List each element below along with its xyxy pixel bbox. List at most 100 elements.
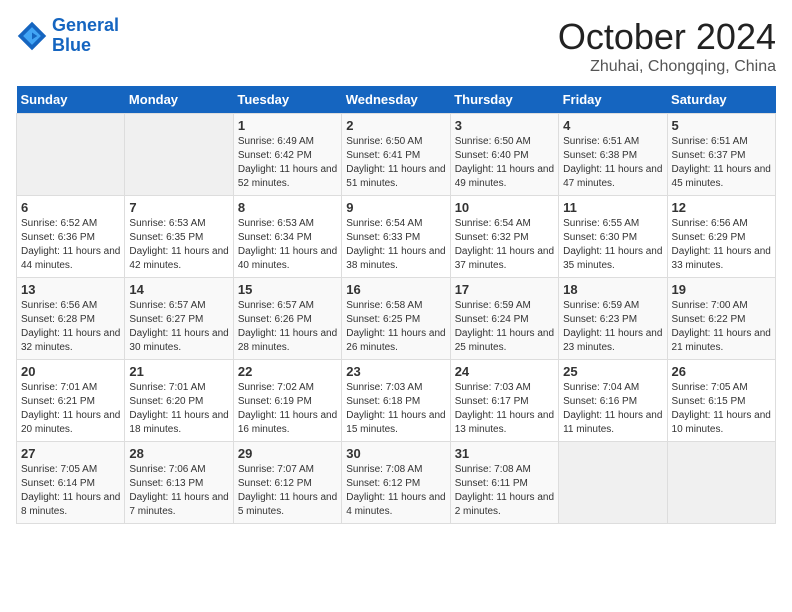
cell-content: Sunrise: 6:50 AM Sunset: 6:40 PM Dayligh… [455,135,554,191]
calendar-cell: 6Sunrise: 6:52 AM Sunset: 6:36 PM Daylig… [17,196,125,278]
cell-content: Sunrise: 6:51 AM Sunset: 6:38 PM Dayligh… [563,135,662,191]
cell-content: Sunrise: 6:50 AM Sunset: 6:41 PM Dayligh… [346,135,445,191]
cell-content: Sunrise: 6:56 AM Sunset: 6:28 PM Dayligh… [21,299,120,355]
cell-content: Sunrise: 7:04 AM Sunset: 6:16 PM Dayligh… [563,381,662,437]
day-header-saturday: Saturday [667,86,775,114]
day-number: 7 [129,200,228,215]
calendar-cell [125,114,233,196]
calendar-cell: 18 Sunrise: 6:59 AM Sunset: 6:23 PM Dayli… [559,278,667,360]
day-header-sunday: Sunday [17,86,125,114]
calendar-cell: 25 Sunrise: 7:04 AM Sunset: 6:16 PM Dayli… [559,360,667,442]
day-number: 13 [21,282,120,297]
calendar-cell: 24 Sunrise: 7:03 AM Sunset: 6:17 PM Dayli… [450,360,558,442]
calendar-cell: 12Sunrise: 6:56 AM Sunset: 6:29 PM Dayli… [667,196,775,278]
calendar-cell: 10 Sunrise: 6:54 AM Sunset: 6:32 PM Dayli… [450,196,558,278]
cell-content: Sunrise: 7:07 AM Sunset: 6:12 PM Dayligh… [238,463,337,519]
calendar-cell: 21Sunrise: 7:01 AM Sunset: 6:20 PM Dayli… [125,360,233,442]
cell-content: Sunrise: 6:58 AM Sunset: 6:25 PM Dayligh… [346,299,445,355]
calendar-cell: 1 Sunrise: 6:49 AM Sunset: 6:42 PM Daylig… [233,114,341,196]
calendar-cell: 22 Sunrise: 7:02 AM Sunset: 6:19 PM Dayli… [233,360,341,442]
cell-content: Sunrise: 7:08 AM Sunset: 6:11 PM Dayligh… [455,463,554,519]
calendar-cell: 14 Sunrise: 6:57 AM Sunset: 6:27 PM Dayli… [125,278,233,360]
calendar-cell [559,442,667,524]
calendar-cell [667,442,775,524]
day-number: 25 [563,364,662,379]
day-number: 15 [238,282,337,297]
day-number: 22 [238,364,337,379]
cell-content: Sunrise: 7:01 AM Sunset: 6:21 PM Dayligh… [21,381,120,437]
cell-content: Sunrise: 7:03 AM Sunset: 6:17 PM Dayligh… [455,381,554,437]
cell-content: Sunrise: 7:05 AM Sunset: 6:15 PM Dayligh… [672,381,771,437]
day-number: 29 [238,446,337,461]
logo-icon [16,20,48,52]
day-number: 21 [129,364,228,379]
day-number: 14 [129,282,228,297]
day-header-wednesday: Wednesday [342,86,450,114]
day-number: 8 [238,200,337,215]
calendar-cell: 13 Sunrise: 6:56 AM Sunset: 6:28 PM Dayli… [17,278,125,360]
calendar-cell: 8Sunrise: 6:53 AM Sunset: 6:34 PM Daylig… [233,196,341,278]
day-header-friday: Friday [559,86,667,114]
day-number: 24 [455,364,554,379]
day-number: 4 [563,118,662,133]
day-number: 10 [455,200,554,215]
cell-content: Sunrise: 7:08 AM Sunset: 6:12 PM Dayligh… [346,463,445,519]
calendar-cell: 3Sunrise: 6:50 AM Sunset: 6:40 PM Daylig… [450,114,558,196]
day-number: 11 [563,200,662,215]
cell-content: Sunrise: 6:54 AM Sunset: 6:33 PM Dayligh… [346,217,445,273]
calendar-cell: 4 Sunrise: 6:51 AM Sunset: 6:38 PM Daylig… [559,114,667,196]
cell-content: Sunrise: 7:03 AM Sunset: 6:18 PM Dayligh… [346,381,445,437]
logo: General Blue [16,16,119,56]
calendar-cell: 5Sunrise: 6:51 AM Sunset: 6:37 PM Daylig… [667,114,775,196]
cell-content: Sunrise: 6:57 AM Sunset: 6:26 PM Dayligh… [238,299,337,355]
cell-content: Sunrise: 6:59 AM Sunset: 6:24 PM Dayligh… [455,299,554,355]
calendar-cell: 26 Sunrise: 7:05 AM Sunset: 6:15 PM Dayli… [667,360,775,442]
calendar-cell: 11Sunrise: 6:55 AM Sunset: 6:30 PM Dayli… [559,196,667,278]
calendar-cell: 31Sunrise: 7:08 AM Sunset: 6:11 PM Dayli… [450,442,558,524]
calendar-cell: 27Sunrise: 7:05 AM Sunset: 6:14 PM Dayli… [17,442,125,524]
calendar-cell: 17 Sunrise: 6:59 AM Sunset: 6:24 PM Dayli… [450,278,558,360]
day-number: 2 [346,118,445,133]
week-row-2: 6Sunrise: 6:52 AM Sunset: 6:36 PM Daylig… [17,196,776,278]
day-header-tuesday: Tuesday [233,86,341,114]
cell-content: Sunrise: 6:49 AM Sunset: 6:42 PM Dayligh… [238,135,337,191]
location-title: Zhuhai, Chongqing, China [558,58,776,76]
month-title: October 2024 [558,16,776,58]
title-area: October 2024 Zhuhai, Chongqing, China [558,16,776,76]
week-row-3: 13 Sunrise: 6:56 AM Sunset: 6:28 PM Dayli… [17,278,776,360]
day-number: 16 [346,282,445,297]
day-number: 18 [563,282,662,297]
calendar-cell: 16 Sunrise: 6:58 AM Sunset: 6:25 PM Dayli… [342,278,450,360]
cell-content: Sunrise: 6:51 AM Sunset: 6:37 PM Dayligh… [672,135,771,191]
calendar-cell: 7Sunrise: 6:53 AM Sunset: 6:35 PM Daylig… [125,196,233,278]
day-number: 28 [129,446,228,461]
day-number: 20 [21,364,120,379]
day-number: 23 [346,364,445,379]
calendar-cell: 15 Sunrise: 6:57 AM Sunset: 6:26 PM Dayli… [233,278,341,360]
day-number: 19 [672,282,771,297]
logo-line2: Blue [52,36,119,56]
calendar-cell: 23 Sunrise: 7:03 AM Sunset: 6:18 PM Dayli… [342,360,450,442]
week-row-5: 27Sunrise: 7:05 AM Sunset: 6:14 PM Dayli… [17,442,776,524]
logo-line1: General [52,16,119,36]
cell-content: Sunrise: 7:05 AM Sunset: 6:14 PM Dayligh… [21,463,120,519]
page-header: General Blue October 2024 Zhuhai, Chongq… [16,16,776,76]
header-row: SundayMondayTuesdayWednesdayThursdayFrid… [17,86,776,114]
calendar-cell: 30 Sunrise: 7:08 AM Sunset: 6:12 PM Dayli… [342,442,450,524]
cell-content: Sunrise: 6:56 AM Sunset: 6:29 PM Dayligh… [672,217,771,273]
calendar-cell: 29 Sunrise: 7:07 AM Sunset: 6:12 PM Dayli… [233,442,341,524]
cell-content: Sunrise: 6:59 AM Sunset: 6:23 PM Dayligh… [563,299,662,355]
day-number: 1 [238,118,337,133]
day-number: 17 [455,282,554,297]
day-number: 30 [346,446,445,461]
cell-content: Sunrise: 7:02 AM Sunset: 6:19 PM Dayligh… [238,381,337,437]
day-number: 6 [21,200,120,215]
calendar-cell [17,114,125,196]
cell-content: Sunrise: 7:00 AM Sunset: 6:22 PM Dayligh… [672,299,771,355]
cell-content: Sunrise: 6:54 AM Sunset: 6:32 PM Dayligh… [455,217,554,273]
day-number: 26 [672,364,771,379]
cell-content: Sunrise: 6:57 AM Sunset: 6:27 PM Dayligh… [129,299,228,355]
calendar-cell: 19 Sunrise: 7:00 AM Sunset: 6:22 PM Dayli… [667,278,775,360]
calendar-cell: 20 Sunrise: 7:01 AM Sunset: 6:21 PM Dayli… [17,360,125,442]
cell-content: Sunrise: 7:06 AM Sunset: 6:13 PM Dayligh… [129,463,228,519]
